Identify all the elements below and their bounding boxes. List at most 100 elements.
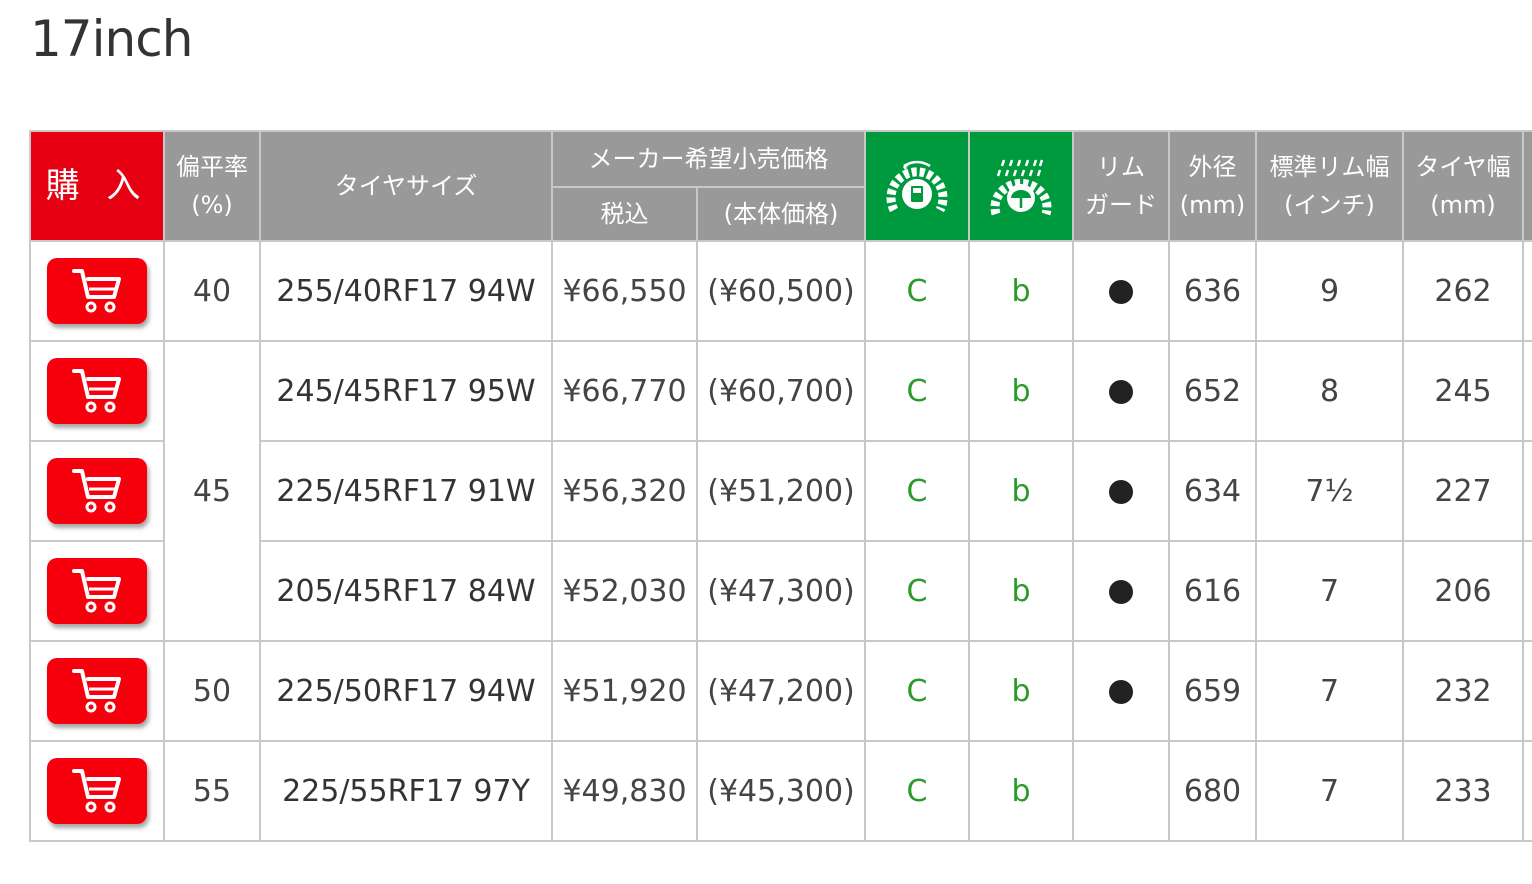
cart-icon: [72, 569, 121, 613]
price-tax-header: 税込: [551, 186, 698, 242]
filled-circle-icon: [1109, 580, 1133, 604]
wet-grade-cell: b: [968, 640, 1074, 742]
aspect-ratio-cell: 40: [163, 240, 261, 342]
diameter-header-line1: 外径: [1188, 153, 1237, 181]
add-to-cart-button[interactable]: [47, 758, 147, 824]
fuel-efficiency-icon: [886, 160, 948, 213]
tire-width-cell: 262: [1402, 240, 1524, 342]
price-base-cell: (¥51,200): [696, 440, 866, 542]
rim-width-header: 標準リム幅 (インチ): [1255, 130, 1404, 242]
rim-width-cell: 7: [1255, 540, 1404, 642]
rim-guard-cell: [1072, 440, 1170, 542]
page-title: 17inch: [30, 10, 193, 68]
diameter-cell: 680: [1168, 740, 1257, 842]
tire-width-cell: 233: [1402, 740, 1524, 842]
price-base-cell: (¥45,300): [696, 740, 866, 842]
buy-cell: [29, 340, 165, 442]
tire-size-cell: 205/45RF17 84W: [259, 540, 553, 642]
wet-grip-icon: [990, 159, 1052, 216]
cart-icon: [72, 469, 121, 513]
tire-size-cell: 255/40RF17 94W: [259, 240, 553, 342]
price-base-cell: (¥47,200): [696, 640, 866, 742]
overflow-cell: [1522, 440, 1532, 542]
wet-grade-cell: b: [968, 340, 1074, 442]
price-base-cell: (¥47,300): [696, 540, 866, 642]
fuel-grade-cell: C: [864, 740, 970, 842]
wet-grade-cell: b: [968, 740, 1074, 842]
diameter-cell: 616: [1168, 540, 1257, 642]
tire-size-cell: 225/50RF17 94W: [259, 640, 553, 742]
diameter-cell: 652: [1168, 340, 1257, 442]
overflow-cell: [1522, 740, 1532, 842]
aspect-ratio-header-line2: (%): [191, 191, 233, 219]
filled-circle-icon: [1109, 680, 1133, 704]
price-tax-cell: ¥66,770: [551, 340, 698, 442]
diameter-cell: 634: [1168, 440, 1257, 542]
tire-size-cell: 225/55RF17 97Y: [259, 740, 553, 842]
rim-guard-header-line1: リム: [1097, 153, 1145, 181]
fuel-grade-cell: C: [864, 540, 970, 642]
table-row: 55 225/55RF17 97Y ¥49,830 (¥45,300) Cb 680 7 23…: [29, 740, 1532, 842]
fuel-grade-cell: C: [864, 240, 970, 342]
add-to-cart-button[interactable]: [47, 658, 147, 724]
table-row: 40 255/40RF17 94W ¥66,550 (¥60,500) Cb 636 9 26…: [29, 240, 1532, 342]
rim-width-cell: 9: [1255, 240, 1404, 342]
tire-width-header-line1: タイヤ幅: [1415, 153, 1511, 181]
wet-grip-header: [968, 130, 1074, 242]
tire-spec-table: 購 入 偏平率 (%) タイヤサイズ メーカー希望小売価格 リム ガード 外径 …: [29, 130, 1532, 842]
buy-cell: [29, 640, 165, 742]
aspect-ratio-cell: 55: [163, 740, 261, 842]
tire-size-header: タイヤサイズ: [259, 130, 553, 242]
rim-width-cell: 7: [1255, 740, 1404, 842]
fuel-grade-cell: C: [864, 440, 970, 542]
rim-width-cell: 7½: [1255, 440, 1404, 542]
fuel-efficiency-header: [864, 130, 970, 242]
rim-width-cell: 7: [1255, 640, 1404, 742]
overflow-cell: [1522, 640, 1532, 742]
buy-cell: [29, 540, 165, 642]
filled-circle-icon: [1109, 380, 1133, 404]
price-base-cell: (¥60,700): [696, 340, 866, 442]
tire-width-header: タイヤ幅 (mm): [1402, 130, 1524, 242]
add-to-cart-button[interactable]: [47, 458, 147, 524]
rim-width-header-line2: (インチ): [1284, 191, 1375, 219]
overflow-cell: [1522, 540, 1532, 642]
tire-size-cell: 225/45RF17 91W: [259, 440, 553, 542]
aspect-ratio-cell: 45: [163, 340, 261, 642]
tire-width-cell: 232: [1402, 640, 1524, 742]
price-tax-cell: ¥49,830: [551, 740, 698, 842]
price-tax-cell: ¥66,550: [551, 240, 698, 342]
cart-icon: [72, 369, 121, 413]
cart-icon: [72, 269, 121, 313]
price-base-header: (本体価格): [696, 186, 866, 242]
cart-icon: [72, 769, 121, 813]
tire-size-cell: 245/45RF17 95W: [259, 340, 553, 442]
price-tax-cell: ¥56,320: [551, 440, 698, 542]
diameter-cell: 636: [1168, 240, 1257, 342]
add-to-cart-button[interactable]: [47, 258, 147, 324]
rim-guard-header: リム ガード: [1072, 130, 1170, 242]
overflow-header: [1522, 130, 1532, 242]
aspect-ratio-header-line1: 偏平率: [176, 153, 248, 181]
diameter-header-line2: (mm): [1179, 191, 1246, 219]
price-base-cell: (¥60,500): [696, 240, 866, 342]
diameter-cell: 659: [1168, 640, 1257, 742]
tire-width-cell: 245: [1402, 340, 1524, 442]
wet-grade-cell: b: [968, 240, 1074, 342]
buy-cell: [29, 440, 165, 542]
fuel-grade-cell: C: [864, 340, 970, 442]
rim-guard-cell: [1072, 340, 1170, 442]
price-group-header: メーカー希望小売価格: [551, 130, 866, 188]
buy-cell: [29, 240, 165, 342]
tire-width-header-line2: (mm): [1430, 191, 1496, 219]
add-to-cart-button[interactable]: [47, 358, 147, 424]
filled-circle-icon: [1109, 480, 1133, 504]
buy-cell: [29, 740, 165, 842]
add-to-cart-button[interactable]: [47, 558, 147, 624]
table-row: 45 245/45RF17 95W ¥66,770 (¥60,700) Cb 652 8 24…: [29, 340, 1532, 642]
wet-grade-cell: b: [968, 440, 1074, 542]
cart-icon: [72, 669, 121, 713]
rim-width-header-line1: 標準リム幅: [1269, 153, 1390, 181]
tire-width-cell: 227: [1402, 440, 1524, 542]
rim-guard-cell: [1072, 540, 1170, 642]
